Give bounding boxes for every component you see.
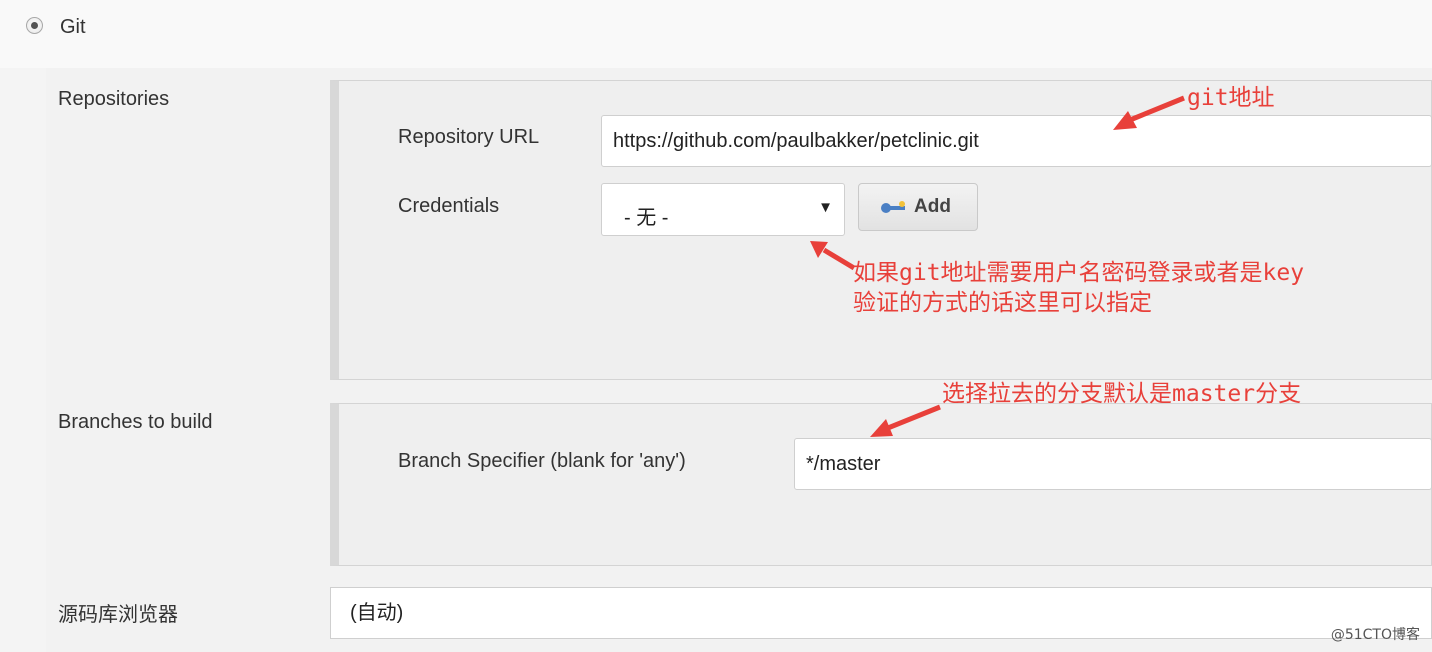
credentials-annotation-arrow (810, 241, 856, 271)
branch-annotation-arrow (870, 404, 941, 437)
watermark: @51CTO博客 (1330, 627, 1420, 643)
branch-annotation: 选择拉去的分支默认是master分支 (942, 381, 1302, 407)
url-annotation: git地址 (1187, 85, 1275, 111)
credentials-annotation: 如果git地址需要用户名密码登录或者是key 验证的方式的话这里可以指定 (853, 260, 1305, 316)
url-annotation-arrow (1113, 95, 1185, 130)
